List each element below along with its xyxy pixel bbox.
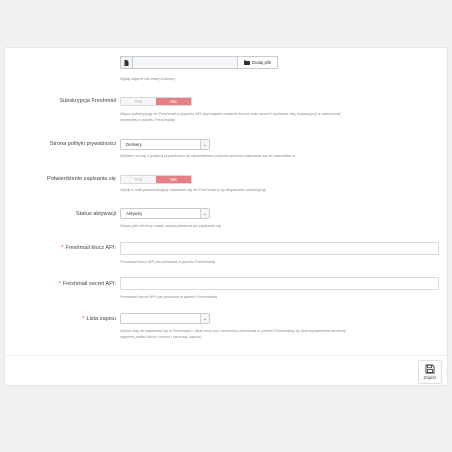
api-secret-help: Freshmail secret API (do pobrania w pane…: [120, 294, 218, 299]
list-help-2: najpierw podać klucz i secret i nacisnąć…: [120, 334, 202, 339]
chevron-down-icon: ⌄: [200, 314, 209, 323]
privacy-select-value: Delivery: [126, 142, 142, 147]
save-button[interactable]: Zapisz: [418, 360, 442, 384]
status-select-value: Aktywny: [126, 211, 143, 216]
api-secret-input[interactable]: [120, 277, 439, 290]
list-label: * Lista zapisu: [82, 316, 116, 322]
subscription-toggle[interactable]: TAK NIE: [120, 97, 192, 106]
panel-footer-divider: [4, 355, 448, 356]
status-select[interactable]: Aktywny ⌄: [120, 208, 210, 219]
file-upload-help: Wgraj zdjęcie dla lewej kolumny: [120, 76, 176, 81]
confirm-toggle[interactable]: TAK NIE: [120, 175, 192, 184]
api-key-help: Freshmail klucz API (do pobrania w panel…: [120, 259, 216, 264]
chevron-down-icon: ⌄: [200, 209, 209, 218]
confirm-label: Potwierdzenie zapisania się: [46, 176, 116, 182]
file-icon: [120, 56, 133, 69]
confirm-no[interactable]: NIE: [156, 176, 191, 183]
floppy-disk-icon: [425, 364, 435, 374]
status-label: Status aktywacji: [75, 211, 116, 217]
status-help: Status jaki chcemy nadać subskrybentowi …: [120, 223, 221, 228]
folder-icon: [243, 60, 250, 65]
api-key-label: * Freshmail klucz API:: [61, 245, 116, 251]
list-select[interactable]: ⌄: [120, 313, 210, 324]
confirm-help: Wyślij e-mail potwierdzający zapisanie s…: [120, 187, 267, 192]
privacy-select[interactable]: Delivery ⌄: [120, 139, 210, 150]
confirm-yes[interactable]: TAK: [121, 176, 156, 183]
file-name-input[interactable]: [133, 56, 237, 69]
privacy-label: Strona polityki prywatności: [49, 141, 116, 147]
api-key-input[interactable]: [120, 242, 439, 255]
add-file-button-label: Dodaj plik: [251, 60, 272, 65]
subscription-help-1: Włącz subskrypcję do Freshmail-a poprzez…: [120, 111, 341, 116]
chevron-down-icon: ⌄: [200, 140, 209, 149]
subscription-help-2: wcześniej w panelu Freshmaila): [120, 117, 176, 122]
privacy-help: Wybierz stronę z polityką prywatności do…: [120, 153, 295, 158]
subscription-yes[interactable]: TAK: [121, 98, 156, 105]
add-file-button[interactable]: Dodaj plik: [237, 56, 278, 69]
subscription-no[interactable]: NIE: [156, 98, 191, 105]
subscription-label: Subskrypcja Freshmail: [59, 98, 116, 104]
save-button-label: Zapisz: [423, 375, 437, 380]
api-secret-label: * Freshmail secret API:: [58, 281, 116, 287]
list-help-1: Wybór listy do zapisania się w Freshmail…: [120, 328, 346, 333]
